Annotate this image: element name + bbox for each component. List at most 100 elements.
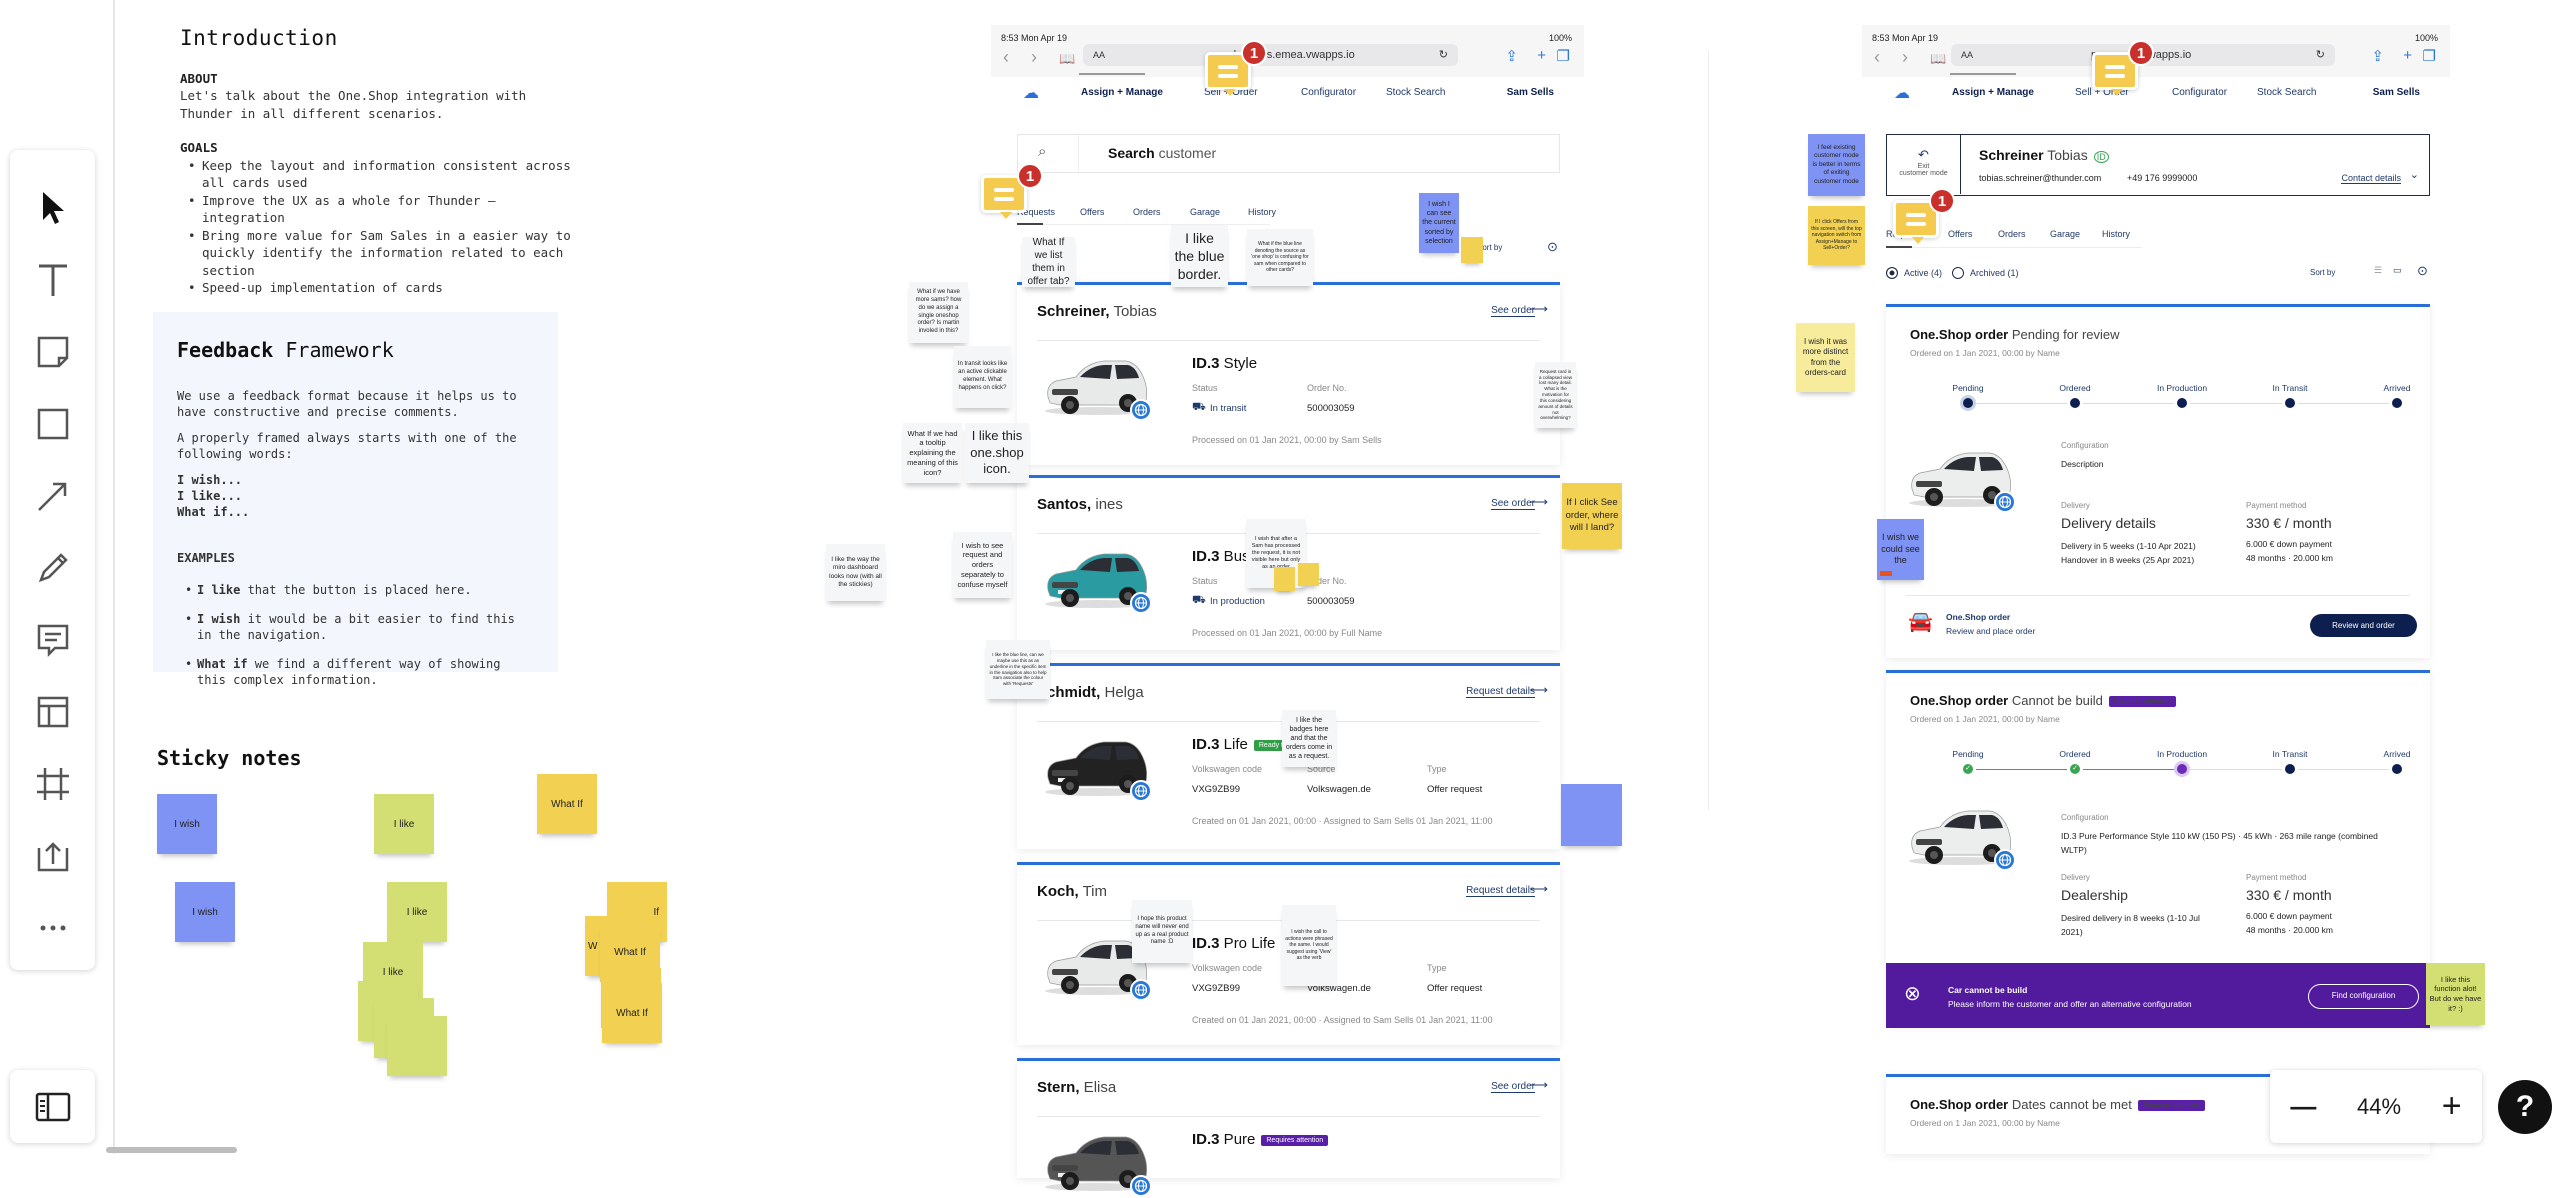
chevron-down-icon[interactable]: ⌄: [2410, 168, 2419, 181]
horizontal-scrollbar[interactable]: [106, 1147, 237, 1153]
zoom-in-button[interactable]: +: [2442, 1087, 2462, 1126]
address-bar[interactable]: AA der.apps.emea.vwapps.io ↻: [1083, 44, 1458, 66]
tool-arrow[interactable]: [30, 473, 75, 518]
feedback-sticky[interactable]: What if the blue line denoting the sourc…: [1247, 229, 1313, 286]
one-shop-badge[interactable]: [1130, 1175, 1152, 1197]
sticky-note[interactable]: I wish: [157, 794, 217, 854]
tool-sticky-note[interactable]: [30, 329, 75, 374]
feedback-sticky[interactable]: What If we had a tooltip explaining the …: [903, 423, 962, 483]
tabs-icon[interactable]: ❐: [1557, 47, 1570, 65]
feedback-sticky[interactable]: I wish to see request and orders separat…: [953, 532, 1012, 598]
tool-pen[interactable]: [30, 545, 75, 590]
nav-item[interactable]: Configurator: [2172, 87, 2227, 98]
nav-item[interactable]: Assign + Manage: [1952, 87, 2034, 98]
one-shop-badge[interactable]: [1994, 849, 2016, 871]
new-tab-icon[interactable]: +: [2403, 47, 2412, 64]
sticky-note[interactable]: I wish: [175, 882, 235, 942]
tab-history[interactable]: History: [1248, 207, 1276, 217]
new-tab-icon[interactable]: +: [1537, 47, 1546, 64]
zoom-out-button[interactable]: —: [2290, 1091, 2316, 1122]
feedback-sticky[interactable]: I wish the call to actions were phrased …: [1282, 905, 1336, 986]
filter-radio[interactable]: [1952, 267, 1964, 279]
tool-shape[interactable]: [30, 401, 75, 446]
feedback-sticky[interactable]: [1561, 784, 1622, 846]
comment-count-badge[interactable]: 1: [1017, 163, 1043, 189]
tool-comment[interactable]: [30, 617, 75, 662]
tab-garage[interactable]: Garage: [2050, 229, 2080, 239]
feedback-sticky[interactable]: [1461, 237, 1483, 263]
board-panel-button[interactable]: [10, 1070, 95, 1143]
arrow-right-icon[interactable]: ⟶: [1529, 1077, 1548, 1093]
feedback-sticky[interactable]: I wish I can see the current sorted by s…: [1419, 193, 1459, 253]
nav-user[interactable]: Sam Sells: [1507, 87, 1554, 98]
list-view-icon[interactable]: ☰: [2374, 265, 2382, 276]
tabs-icon[interactable]: ❐: [2423, 47, 2436, 65]
tool-frame[interactable]: [30, 761, 75, 806]
tool-upload[interactable]: [30, 833, 75, 878]
comment-count-badge[interactable]: 1: [2128, 40, 2154, 66]
feedback-sticky[interactable]: I like this one.shop icon.: [965, 423, 1029, 483]
nav-item[interactable]: Assign + Manage: [1081, 87, 1163, 98]
reader-aa[interactable]: AA: [1093, 44, 1105, 66]
tab-offers[interactable]: Offers: [1080, 207, 1104, 217]
tab-garage[interactable]: Garage: [1190, 207, 1220, 217]
feedback-sticky[interactable]: I hope this product name will never end …: [1132, 900, 1192, 963]
tool-templates[interactable]: [30, 689, 75, 734]
sticky-note[interactable]: What If: [602, 983, 662, 1043]
feedback-sticky[interactable]: I like this function alot! But do we hav…: [2426, 963, 2485, 1025]
feedback-sticky[interactable]: If I click See order, where will I land?: [1562, 483, 1622, 549]
tab-offers[interactable]: Offers: [1948, 229, 1972, 239]
arrow-right-icon[interactable]: ⟶: [1529, 682, 1548, 698]
review-and-order-button[interactable]: Review and order: [2310, 614, 2417, 637]
feedback-sticky[interactable]: In transit looks like an active clickabl…: [954, 346, 1011, 408]
feedback-sticky[interactable]: Request card in a collapsed view lost ma…: [1535, 362, 1576, 428]
one-shop-badge[interactable]: [1994, 491, 2016, 513]
one-shop-badge[interactable]: [1130, 979, 1152, 1001]
nav-item[interactable]: Stock Search: [2257, 87, 2316, 98]
feedback-sticky[interactable]: [1298, 563, 1319, 586]
forward-icon[interactable]: ›: [1902, 47, 1908, 68]
feedback-sticky[interactable]: What if we have more sams? how do we ass…: [909, 282, 968, 343]
more-options-icon[interactable]: ⊙: [1547, 239, 1558, 255]
tab-history[interactable]: History: [2102, 229, 2130, 239]
reload-icon[interactable]: ↻: [1439, 44, 1448, 66]
nav-item[interactable]: Stock Search: [1386, 87, 1445, 98]
nav-item[interactable]: Configurator: [1301, 87, 1356, 98]
feedback-sticky[interactable]: I like the blue border.: [1171, 225, 1228, 287]
feedback-sticky[interactable]: What If we list them in offer tab?: [1022, 237, 1075, 287]
contact-details-link[interactable]: Contact details: [2341, 173, 2401, 184]
feedback-sticky[interactable]: If I click Offers from this screen, will…: [1808, 206, 1865, 265]
comment-count-badge[interactable]: 1: [1929, 188, 1955, 214]
arrow-right-icon[interactable]: ⟶: [1529, 881, 1548, 897]
search-box[interactable]: ⌕ Search customer: [1017, 134, 1560, 173]
feedback-sticky[interactable]: I feel existing customer mode is better …: [1808, 134, 1865, 196]
reader-aa[interactable]: AA: [1961, 44, 1973, 66]
back-icon[interactable]: ‹: [1874, 47, 1880, 68]
arrow-right-icon[interactable]: ⟶: [1529, 301, 1548, 317]
card-view-icon[interactable]: ▭: [2393, 265, 2402, 276]
filter-label[interactable]: Active (4): [1904, 268, 1942, 278]
feedback-sticky[interactable]: I like the way the miro dashboard looks …: [826, 544, 885, 601]
feedback-sticky[interactable]: [1274, 567, 1295, 591]
share-icon[interactable]: ⇪: [2371, 47, 2384, 65]
card-link[interactable]: Request details: [1466, 885, 1535, 897]
feedback-sticky[interactable]: I wish we could see the: [1877, 519, 1924, 580]
field-value[interactable]: In production: [1210, 596, 1265, 607]
sort-by-dropdown[interactable]: Sort by: [2310, 268, 2335, 277]
feedback-sticky[interactable]: I like the badges here and that the orde…: [1282, 710, 1336, 767]
back-icon[interactable]: ‹: [1003, 47, 1009, 68]
filter-label[interactable]: Archived (1): [1970, 268, 2019, 278]
one-shop-badge[interactable]: [1130, 592, 1152, 614]
sticky-note[interactable]: What If: [537, 774, 597, 834]
one-shop-badge[interactable]: [1130, 399, 1152, 421]
card-link[interactable]: Request details: [1466, 686, 1535, 698]
tab-orders[interactable]: Orders: [1998, 229, 2026, 239]
reload-icon[interactable]: ↻: [2316, 44, 2325, 66]
tool-more[interactable]: [30, 905, 75, 950]
sticky-note[interactable]: I like: [387, 882, 447, 942]
tab-orders[interactable]: Orders: [1133, 207, 1161, 217]
sticky-note[interactable]: I like: [374, 794, 434, 854]
find-configuration-button[interactable]: Find configuration: [2308, 984, 2419, 1009]
help-button[interactable]: ?: [2498, 1080, 2552, 1134]
comment-count-badge[interactable]: 1: [1241, 40, 1267, 66]
